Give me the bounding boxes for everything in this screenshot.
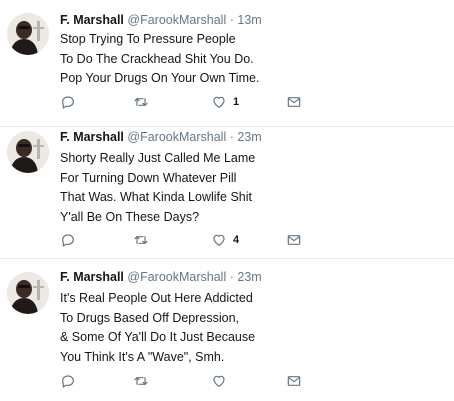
tweet-text-line: To Drugs Based Off Depression, [60,310,240,325]
tweet-header: F. Marshall @FarookMarshall · 23m [60,130,262,144]
reply-icon [60,373,76,389]
retweet-icon [133,94,149,110]
author-name[interactable]: F. Marshall [60,130,124,144]
tweet-text-line: Pop Your Drugs On Your Own Time. [60,71,260,85]
heart-icon [211,94,227,110]
author-handle[interactable]: @FarookMarshall [127,270,226,284]
tweet-text-line: & Some Of Ya'll Do It Just Because [60,330,256,344]
retweet-button[interactable] [133,231,149,249]
tweet-text-line: Y'all Be On These Days? [60,209,200,224]
like-count: 4 [233,234,240,246]
like-button[interactable]: 1 [211,93,239,111]
tweet[interactable]: F. Marshall @FarookMarshall · 23m Shorty… [0,127,454,259]
tweet[interactable]: F. Marshall @FarookMarshall · 23m It's R… [0,259,454,401]
separator-dot: · [229,13,234,27]
tweet-actions [55,372,315,390]
timestamp[interactable]: 23m [237,270,261,284]
timestamp[interactable]: 23m [237,130,261,144]
like-button[interactable]: 4 [211,231,239,249]
envelope-icon [286,94,302,110]
direct-message-button[interactable] [286,372,302,390]
separator-dot: · [229,130,234,144]
avatar[interactable] [7,13,49,55]
tweet-header: F. Marshall @FarookMarshall · 23m [60,270,262,284]
tweet-text: Stop Trying To Pressure People To Do The… [60,30,259,89]
tweet-text-line: It's Real People Out Here Addicted [60,291,253,305]
tweet-actions: 1 [55,93,315,111]
author-name[interactable]: F. Marshall [60,13,124,27]
reply-button[interactable] [60,372,76,390]
reply-button[interactable] [60,93,76,111]
author-handle[interactable]: @FarookMarshall [127,130,226,144]
tweet-text-line: You Think It's A "Wave", Smh. [60,349,225,364]
retweet-icon [133,373,149,389]
tweet-actions: 4 [55,231,315,249]
timestamp[interactable]: 13m [237,13,261,27]
avatar[interactable] [7,131,49,173]
like-button[interactable] [211,372,233,390]
tweet-text-line: For Turning Down Whatever Pill [60,170,237,185]
reply-icon [60,232,76,248]
avatar[interactable] [7,272,49,314]
author-handle[interactable]: @FarookMarshall [127,13,226,27]
separator-dot: · [229,270,234,284]
envelope-icon [286,373,302,389]
tweet-text-line: Shorty Really Just Called Me Lame [60,151,256,165]
author-name[interactable]: F. Marshall [60,270,124,284]
tweet-text-line: To Do The Crackhead Shit You Do. [60,51,254,66]
like-count: 1 [233,96,240,108]
tweet[interactable]: F. Marshall @FarookMarshall · 13m Stop T… [0,0,454,127]
heart-icon [211,232,227,248]
envelope-icon [286,232,302,248]
reply-icon [60,94,76,110]
retweet-button[interactable] [133,93,149,111]
tweet-feed: F. Marshall @FarookMarshall · 13m Stop T… [0,0,454,401]
tweet-header: F. Marshall @FarookMarshall · 13m [60,13,262,27]
tweet-text: It's Real People Out Here Addicted To Dr… [60,289,255,367]
heart-icon [211,373,227,389]
reply-button[interactable] [60,231,76,249]
tweet-text-line: That Was. What Kinda Lowlife Shit [60,190,252,204]
tweet-text: Shorty Really Just Called Me Lame For Tu… [60,149,255,227]
direct-message-button[interactable] [286,231,302,249]
direct-message-button[interactable] [286,93,302,111]
retweet-button[interactable] [133,372,149,390]
retweet-icon [133,232,149,248]
tweet-text-line: Stop Trying To Pressure People [60,32,236,46]
